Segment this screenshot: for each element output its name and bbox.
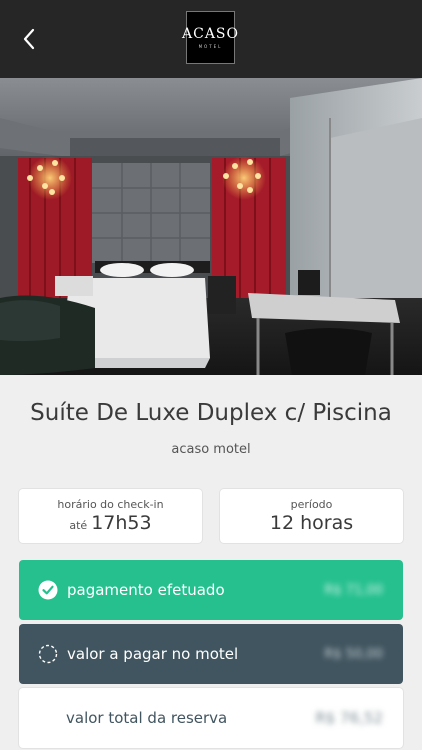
dashed-circle-icon (38, 644, 58, 664)
suite-name: Suíte De Luxe Duplex c/ Piscina (30, 400, 392, 426)
checkin-card: horário do check-in até 17h53 (19, 489, 202, 543)
venue-name: acaso motel (171, 442, 251, 457)
checkin-time: 17h53 (91, 512, 152, 534)
top-bar: ACASO MOTEL (0, 0, 422, 78)
suite-photo (0, 78, 422, 375)
period-label: período (290, 498, 333, 511)
checkin-label: horário do check-in (57, 498, 164, 511)
back-button[interactable] (14, 24, 44, 54)
check-circle-icon (38, 580, 58, 600)
payment-total-row: valor total da reserva R$ 76,52 (19, 688, 403, 748)
payment-paid-row: pagamento efetuado R$ 71,00 (19, 560, 403, 620)
payment-due-row: valor a pagar no motel R$ 50,00 (19, 624, 403, 684)
total-amount: R$ 76,52 (315, 709, 383, 727)
brand-logo: ACASO MOTEL (182, 11, 238, 64)
due-label: valor a pagar no motel (67, 645, 239, 663)
checkin-prefix: até (69, 519, 88, 532)
paid-amount: R$ 71,00 (324, 582, 383, 598)
logo-text: ACASO (182, 25, 240, 42)
chevron-left-icon (23, 28, 35, 50)
period-card: período 12 horas (220, 489, 403, 543)
checkin-value: até 17h53 (19, 512, 202, 534)
period-value: 12 horas (269, 512, 354, 534)
logo-subtext: MOTEL (198, 43, 223, 49)
total-label: valor total da reserva (66, 709, 228, 727)
due-amount: R$ 50,00 (324, 646, 383, 662)
paid-label: pagamento efetuado (67, 581, 225, 599)
